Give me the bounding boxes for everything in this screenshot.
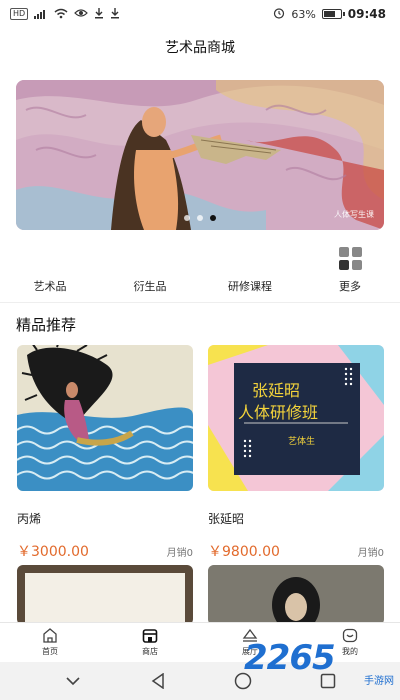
tab-label: 我的 — [342, 647, 358, 656]
product-image: 张延昭 人体研修班 艺体生 — [208, 345, 384, 491]
wifi-icon — [54, 8, 68, 21]
banner-carousel[interactable]: 人体写生课 — [16, 80, 384, 230]
poster-title-line1: 张延昭 — [252, 381, 301, 400]
category-label: 研修课程 — [228, 280, 272, 293]
tab-shop[interactable]: 商店 — [100, 623, 200, 662]
carousel-dot-active[interactable] — [210, 215, 216, 221]
download-icon-2 — [110, 7, 120, 21]
tab-label: 首页 — [42, 647, 58, 656]
price-row: ￥3000.00 月销0 — [17, 541, 193, 561]
poster-tag: 艺体生 — [288, 437, 316, 447]
battery-percent: 63% — [291, 7, 316, 21]
battery-icon — [321, 9, 345, 19]
carousel-indicator — [16, 215, 384, 221]
home-circle-icon[interactable] — [223, 666, 263, 696]
product-image — [17, 345, 193, 491]
home-icon — [43, 628, 57, 643]
tab-label: 展厅 — [242, 647, 258, 656]
product-card-partial[interactable] — [208, 565, 384, 625]
product-card[interactable]: 丙烯 ￥3000.00 月销0 — [17, 345, 193, 561]
price-row: ￥9800.00 月销0 — [208, 541, 384, 561]
tab-profile[interactable]: 我的 — [300, 623, 400, 662]
product-price: ￥9800.00 — [208, 544, 280, 560]
status-left: HD — [10, 7, 120, 21]
signal-icon — [34, 8, 48, 21]
profile-icon — [342, 628, 358, 643]
tab-home[interactable]: 首页 — [0, 623, 100, 662]
clock: 09:48 — [347, 7, 386, 21]
banner-image — [16, 80, 384, 230]
category-more[interactable]: 更多 — [300, 244, 400, 300]
monthly-sales: 月销0 — [357, 547, 384, 559]
shop-icon — [142, 629, 158, 643]
status-right: 63% 09:48 — [273, 7, 386, 21]
divider — [0, 302, 400, 303]
monthly-sales: 月销0 — [166, 547, 193, 559]
category-derivatives[interactable]: 衍生品 — [100, 244, 200, 300]
page-title: 艺术品商城 — [165, 40, 235, 56]
recents-icon[interactable] — [308, 666, 348, 696]
product-name: 张延昭 — [208, 512, 245, 526]
gallery-icon — [242, 628, 258, 642]
carousel-dot[interactable] — [197, 215, 203, 221]
tab-gallery[interactable]: 展厅 — [200, 623, 300, 662]
download-icon — [94, 7, 104, 21]
back-icon[interactable] — [138, 666, 178, 696]
hd-badge: HD — [10, 8, 29, 20]
eye-icon — [74, 8, 89, 20]
category-artwork[interactable]: 艺术品 — [0, 244, 100, 300]
app-screen: HD 63% 09:48 艺术品商城 人体写生课 艺术品 衍生品 研修课程 更多… — [0, 0, 400, 700]
product-card[interactable]: 张延昭 人体研修班 艺体生 张延昭 ￥9800.00 月销0 — [208, 345, 384, 561]
banner-watermark: 人体写生课 — [334, 210, 374, 219]
category-label: 更多 — [339, 280, 361, 293]
category-courses[interactable]: 研修课程 — [200, 244, 300, 300]
category-label: 衍生品 — [133, 280, 167, 293]
product-price: ￥3000.00 — [17, 544, 89, 560]
product-card-partial[interactable] — [17, 565, 193, 625]
more-grid-icon — [338, 247, 362, 270]
product-name: 丙烯 — [17, 512, 42, 526]
status-bar: HD 63% 09:48 — [0, 0, 400, 28]
chevron-down-icon[interactable] — [53, 666, 93, 696]
bottom-tab-bar: 首页 商店 展厅 我的 — [0, 622, 400, 662]
tab-label: 商店 — [142, 647, 158, 656]
alarm-icon — [273, 7, 285, 21]
category-nav: 艺术品 衍生品 研修课程 更多 — [0, 244, 400, 300]
section-title: 精品推荐 — [16, 316, 77, 334]
carousel-dot[interactable] — [184, 215, 190, 221]
system-navigation-bar — [0, 662, 400, 700]
category-label: 艺术品 — [33, 280, 67, 293]
poster-title-line2: 人体研修班 — [238, 403, 319, 422]
